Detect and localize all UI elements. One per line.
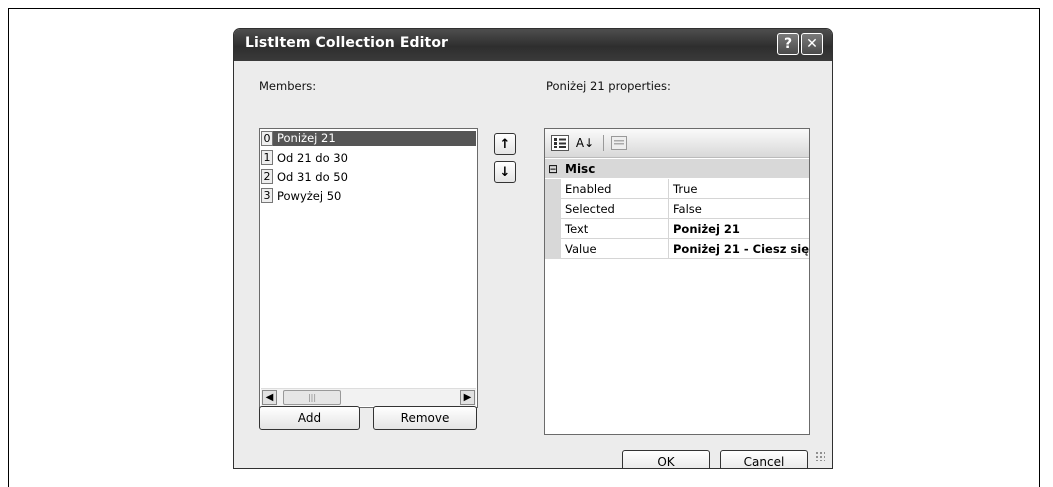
dialog-client-area: Members: 0 Poniżej 21 1 Od 21 do 30 2 Od… [237, 61, 829, 468]
title-bar[interactable]: ListItem Collection Editor ? ✕ [234, 29, 832, 61]
listitem-collection-editor-dialog: ListItem Collection Editor ? ✕ Members: … [233, 28, 833, 469]
property-name: Text [565, 222, 589, 236]
category-name: Misc [565, 161, 596, 176]
list-item-index: 1 [261, 150, 273, 165]
members-label: Members: [259, 79, 317, 93]
add-button[interactable]: Add [259, 406, 360, 430]
chevron-right-icon: ▶ [463, 392, 472, 403]
property-name: Selected [565, 202, 615, 216]
scroll-right-button[interactable]: ▶ [460, 390, 475, 405]
dialog-title: ListItem Collection Editor [245, 35, 449, 51]
property-grid-toolbar: A↓ [545, 129, 809, 158]
close-icon: ✕ [806, 36, 818, 52]
move-down-button[interactable]: ↓ [494, 161, 516, 183]
ok-button[interactable]: OK [622, 450, 710, 468]
row-gutter [545, 199, 561, 219]
list-item-index: 3 [261, 188, 273, 203]
properties-label: Poniżej 21 properties: [546, 79, 671, 93]
move-up-button[interactable]: ↑ [494, 133, 516, 155]
alphabetical-icon[interactable]: A↓ [574, 134, 596, 152]
property-row-text[interactable]: Text Poniżej 21 [545, 219, 809, 239]
list-item[interactable]: 2 Od 31 do 50 [261, 168, 476, 185]
property-row-enabled[interactable]: Enabled True [545, 179, 809, 199]
list-item-label: Poniżej 21 [273, 131, 476, 146]
help-icon: ? [783, 36, 793, 52]
collapse-icon[interactable]: ⊟ [545, 162, 561, 176]
close-button[interactable]: ✕ [801, 33, 823, 55]
property-pages-icon[interactable] [609, 134, 629, 152]
category-row-misc[interactable]: ⊟ Misc [545, 159, 809, 178]
list-item-label: Od 31 do 50 [277, 169, 348, 184]
property-name: Enabled [565, 182, 612, 196]
list-item-label: Powyżej 50 [277, 188, 342, 203]
row-gutter [545, 239, 561, 259]
property-grid[interactable]: A↓ ⊟ Misc Enabled True Selected False Te… [544, 128, 810, 435]
property-name: Value [565, 242, 597, 256]
column-separator [668, 219, 669, 239]
list-item-index: 0 [261, 131, 273, 146]
list-item[interactable]: 1 Od 21 do 30 [261, 149, 476, 166]
scroll-left-button[interactable]: ◀ [262, 390, 277, 405]
scrollbar-thumb[interactable]: ||| [283, 390, 341, 405]
help-button[interactable]: ? [777, 33, 799, 55]
chevron-left-icon: ◀ [265, 392, 274, 403]
scrollbar-grip: ||| [307, 393, 317, 402]
property-value[interactable]: Poniżej 21 - Ciesz się [673, 242, 809, 256]
list-item[interactable]: 0 Poniżej 21 [261, 130, 476, 147]
members-listbox[interactable]: 0 Poniżej 21 1 Od 21 do 30 2 Od 31 do 50… [259, 128, 478, 408]
property-value[interactable]: Poniżej 21 [673, 222, 740, 236]
column-separator [668, 179, 669, 199]
column-separator [668, 239, 669, 259]
horizontal-scrollbar[interactable]: ◀ ||| ▶ [261, 388, 476, 406]
column-separator [668, 199, 669, 219]
property-value[interactable]: False [673, 202, 702, 216]
list-item-index: 2 [261, 169, 273, 184]
row-gutter [545, 179, 561, 199]
list-item[interactable]: 3 Powyżej 50 [261, 187, 476, 204]
arrow-up-icon: ↑ [499, 136, 511, 152]
alphabetical-glyph: A↓ [575, 136, 595, 150]
cancel-button[interactable]: Cancel [720, 450, 808, 468]
arrow-down-icon: ↓ [499, 164, 511, 180]
property-value[interactable]: True [673, 182, 697, 196]
categorized-icon[interactable] [550, 134, 570, 152]
resize-grip[interactable] [815, 451, 825, 461]
list-item-label: Od 21 do 30 [277, 150, 348, 165]
remove-button[interactable]: Remove [373, 406, 477, 430]
row-gutter [545, 219, 561, 239]
property-row-value[interactable]: Value Poniżej 21 - Ciesz się [545, 239, 809, 259]
property-row-selected[interactable]: Selected False [545, 199, 809, 219]
toolbar-separator [603, 135, 604, 151]
